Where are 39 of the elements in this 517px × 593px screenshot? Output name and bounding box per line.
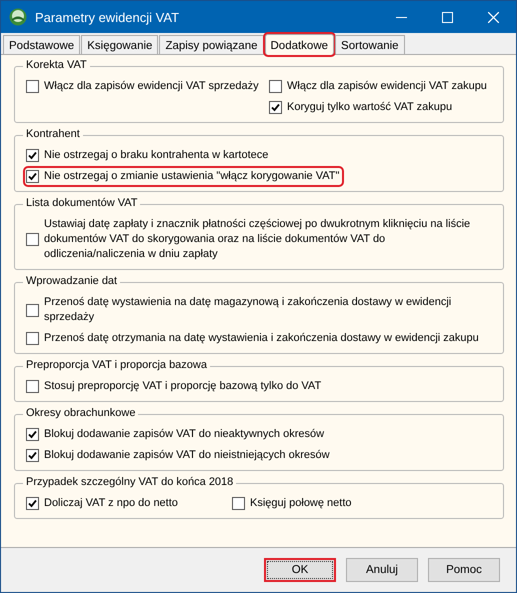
dialog-button[interactable]: Anuluj [346, 558, 418, 582]
checkbox-option[interactable]: Przenoś datę wystawienia na datę magazynową i zakończenia dostawy w ewidencji sprzedaży [25, 294, 487, 326]
checkbox-option[interactable]: Stosuj preproporcję VAT i proporcję bazową tylko do VAT [25, 378, 324, 395]
close-icon[interactable] [488, 12, 498, 22]
tab[interactable]: Księgowanie [81, 35, 158, 54]
checkbox-option[interactable]: Koryguj tylko wartość VAT zakupu [268, 99, 456, 116]
checkbox-option[interactable]: Przenoś datę otrzymania na datę wystawienia i zakończenia dostawy w ewidencji zakupu [25, 330, 482, 347]
checkmark-icon [28, 499, 37, 508]
checkmark-icon [271, 103, 280, 112]
checkbox-option[interactable]: Księguj połowę netto [231, 495, 355, 512]
tab[interactable]: Dodatkowe [264, 34, 334, 55]
checkbox-option[interactable]: Doliczaj VAT z npo do netto [25, 495, 181, 512]
checkmark-icon [28, 430, 37, 439]
group-title: Kontrahent [23, 128, 83, 140]
group-title: Przypadek szczególny VAT do końca 2018 [23, 476, 236, 488]
group-title: Preproporcja VAT i proporcja bazowa [23, 359, 210, 371]
group-title: Lista dokumentów VAT [23, 197, 140, 209]
checkbox-option[interactable]: Blokuj dodawanie zapisów VAT do nieistniejących okresów [25, 447, 333, 464]
maximize-icon[interactable] [442, 12, 452, 22]
checkbox-option[interactable]: Nie ostrzegaj o braku kontrahenta w kartotece [25, 147, 272, 164]
window-title: Parametry ewidencji VAT [35, 10, 180, 24]
checkmark-icon [28, 151, 37, 160]
checkmark-icon [28, 451, 37, 460]
tab[interactable]: Sortowanie [335, 35, 405, 54]
tab[interactable]: Zapisy powiązane [159, 35, 264, 54]
dialog-button[interactable]: OK [264, 558, 336, 582]
minimize-icon[interactable] [396, 16, 406, 18]
group-title: Wprowadzanie dat [23, 275, 120, 287]
checkbox-option[interactable]: Nie ostrzegaj o zmianie ustawienia "włącz korygowanie VAT" [25, 168, 342, 185]
group-title: Korekta VAT [23, 59, 90, 71]
app-logo-icon [9, 8, 27, 26]
checkbox-option[interactable]: Włącz dla zapisów ewidencji VAT sprzedaży [25, 78, 262, 95]
checkbox-option[interactable]: Włącz dla zapisów ewidencji VAT zakupu [268, 78, 490, 95]
checkbox-option[interactable]: Ustawiaj datę zapłaty i znacznik płatności częściowej po dwukrotnym kliknięciu na liście dokumentów VAT do skorygowania oraz na liście dokumentów VAT do odliczenia/naliczenia w dniu zapłaty [25, 216, 487, 263]
checkbox-option[interactable]: Blokuj dodawanie zapisów VAT do nieaktywnych okresów [25, 426, 328, 443]
group-title: Okresy obrachunkowe [23, 407, 138, 419]
dialog-button[interactable]: Pomoc [428, 558, 500, 582]
checkmark-icon [28, 172, 37, 181]
tab[interactable]: Podstawowe [3, 35, 80, 54]
